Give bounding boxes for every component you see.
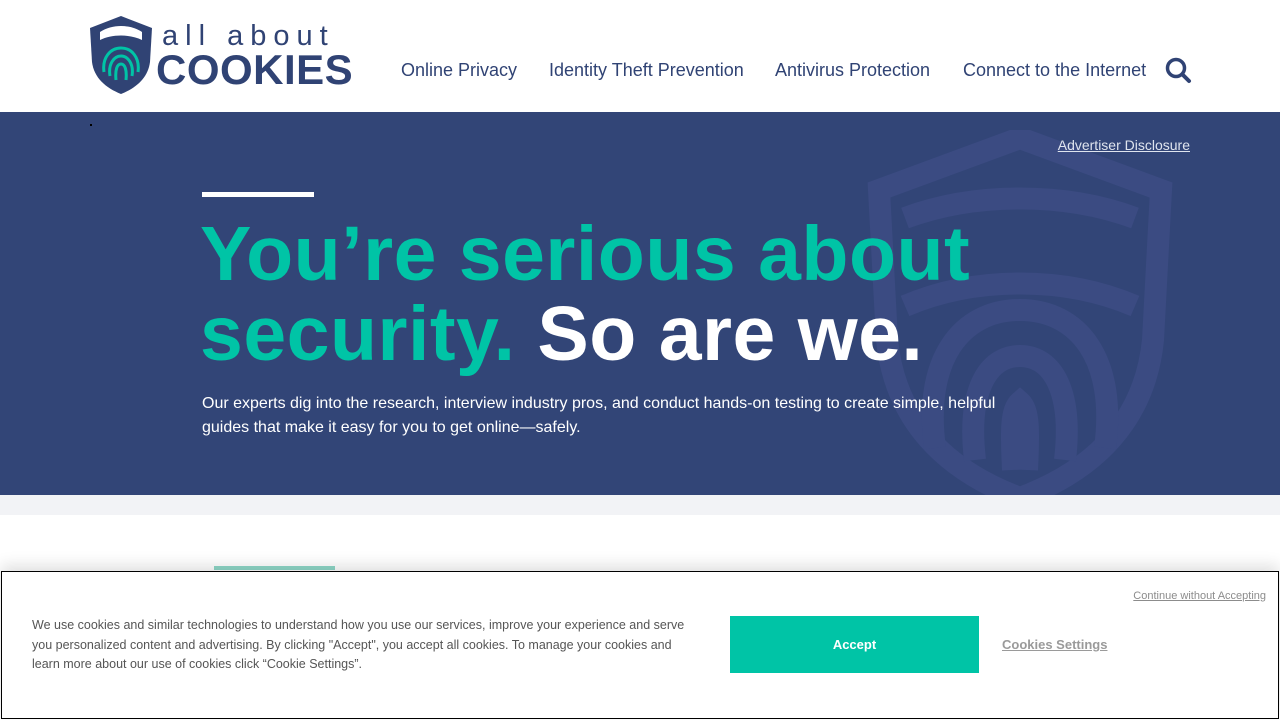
headline-rule: [202, 192, 314, 197]
decorative-dot: [90, 124, 92, 126]
nav-online-privacy[interactable]: Online Privacy: [401, 58, 517, 82]
continue-without-accepting-link[interactable]: Continue without Accepting: [1133, 590, 1266, 602]
cookies-settings-link[interactable]: Cookies Settings: [1002, 637, 1107, 652]
nav-identity-theft-prevention[interactable]: Identity Theft Prevention: [549, 58, 744, 82]
section-accent-line: [214, 566, 335, 570]
section-divider: [0, 495, 1280, 515]
cookie-consent-banner: Continue without Accepting We use cookie…: [1, 571, 1279, 719]
site-logo[interactable]: all about COOKIES: [88, 14, 358, 98]
nav-connect-to-the-internet[interactable]: Connect to the Internet: [963, 58, 1146, 82]
nav-antivirus-protection[interactable]: Antivirus Protection: [775, 58, 930, 82]
advertiser-disclosure-link[interactable]: Advertiser Disclosure: [1058, 137, 1190, 153]
hero-headline: You’re serious about security. So are we…: [200, 214, 1100, 374]
shield-fingerprint-icon: [90, 16, 152, 94]
site-header: all about COOKIES Online Privacy Identit…: [0, 0, 1280, 112]
hero-description: Our experts dig into the research, inter…: [202, 395, 996, 436]
cookie-banner-text: We use cookies and similar technologies …: [32, 618, 685, 671]
accept-button[interactable]: Accept: [730, 616, 979, 673]
headline-white-text: So are we.: [537, 291, 924, 377]
search-icon[interactable]: [1164, 56, 1192, 84]
logo-text-bottom: COOKIES: [156, 46, 354, 93]
hero-section: Advertiser Disclosure You’re serious abo…: [0, 112, 1280, 495]
